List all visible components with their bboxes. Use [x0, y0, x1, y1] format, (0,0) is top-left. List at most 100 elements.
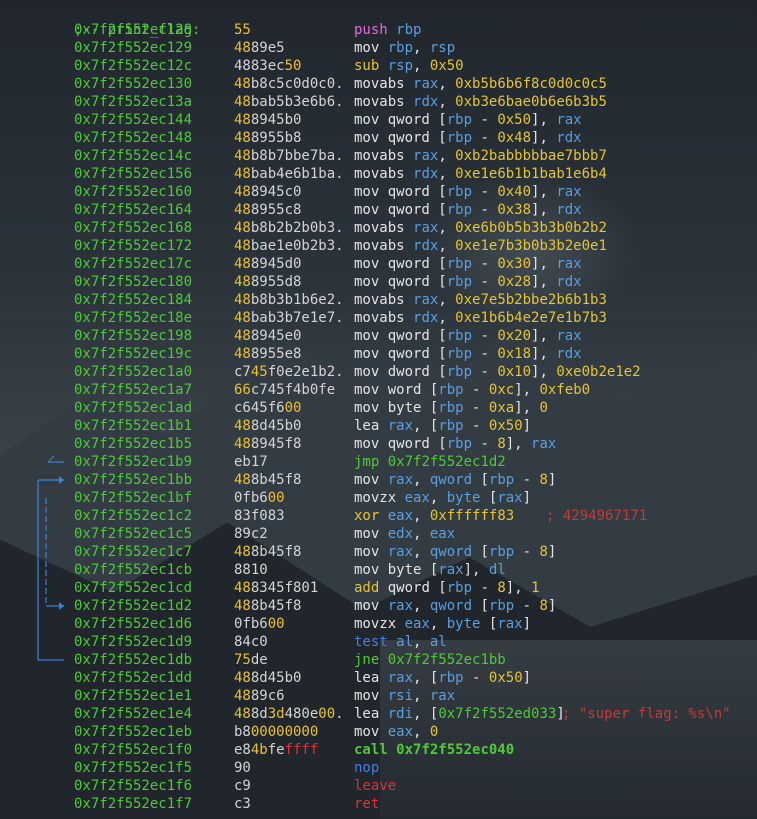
instruction-row[interactable]: 0x7f2f552ec17c 488945d0 mov qword [rbp - 0… — [0, 255, 757, 273]
instruction-address[interactable]: 0x7f2f552ec1d9 — [74, 633, 192, 651]
instruction-token[interactable]: 0x7f2f552ed033 — [438, 706, 556, 722]
instruction-address[interactable]: 0x7f2f552ec1d2 — [74, 597, 192, 615]
instruction-row[interactable]: 0x7f2f552ec1e4 488d3d480e00. lea rdi, [0x7… — [0, 705, 757, 723]
instruction-address[interactable]: 0x7f2f552ec13a — [74, 93, 192, 111]
instruction-address[interactable]: 0x7f2f552ec1bb — [74, 471, 192, 489]
instruction-text[interactable]: sub rsp, 0x50 — [354, 57, 464, 75]
instruction-text[interactable]: movabs rax, 0xb5b6b6f8c0d0c0c5 — [354, 75, 607, 93]
instruction-text[interactable]: mov rax, qword [rbp - 8] — [354, 597, 556, 615]
instruction-address[interactable]: 0x7f2f552ec1bf — [74, 489, 192, 507]
instruction-address[interactable]: 0x7f2f552ec130 — [74, 75, 192, 93]
instruction-row[interactable]: 0x7f2f552ec160 488945c0 mov qword [rbp - 0… — [0, 183, 757, 201]
instruction-token[interactable]: 0x7f2f552ec040 — [396, 742, 514, 758]
instruction-text[interactable]: push rbp — [354, 21, 421, 39]
instruction-address[interactable]: 0x7f2f552ec1a0 — [74, 363, 192, 381]
instruction-row[interactable]: 0x7f2f552ec1b9 eb17 jmp 0x7f2f552ec1d2 — [0, 453, 757, 471]
instruction-row[interactable]: 0x7f2f552ec198 488945e0 mov qword [rbp - 0… — [0, 327, 757, 345]
instruction-row[interactable]: 0x7f2f552ec18e 48bab3b7e1e7. movabs rdx, 0… — [0, 309, 757, 327]
instruction-address[interactable]: 0x7f2f552ec1b1 — [74, 417, 192, 435]
instruction-address[interactable]: 0x7f2f552ec1a7 — [74, 381, 192, 399]
instruction-row[interactable]: 0x7f2f552ec19c 488955e8 mov qword [rbp - 0… — [0, 345, 757, 363]
instruction-address[interactable]: 0x7f2f552ec184 — [74, 291, 192, 309]
instruction-row[interactable]: 0x7f2f552ec1f7 c3 ret — [0, 795, 757, 813]
instruction-text[interactable]: lea rax, [rbp - 0x50] — [354, 669, 531, 687]
instruction-text[interactable]: test al, al — [354, 633, 447, 651]
instruction-row[interactable]: 0x7f2f552ec184 48b8b3b1b6e2. movabs rax, 0… — [0, 291, 757, 309]
instruction-row[interactable]: 0x7f2f552ec1e1 4889c6 mov rsi, rax — [0, 687, 757, 705]
instruction-row[interactable]: 0x7f2f552ec1b5 488945f8 mov qword [rbp - 8… — [0, 435, 757, 453]
instruction-text[interactable]: mov byte [rax], dl — [354, 561, 506, 579]
instruction-text[interactable]: mov word [rbp - 0xc], 0xfeb0 — [354, 381, 590, 399]
instruction-text[interactable]: mov rsi, rax — [354, 687, 455, 705]
instruction-text[interactable]: mov qword [rbp - 0x40], rax — [354, 183, 582, 201]
instruction-row[interactable]: 0x7f2f552ec1c5 89c2 mov edx, eax — [0, 525, 757, 543]
instruction-text[interactable]: mov qword [rbp - 0x20], rax — [354, 327, 582, 345]
instruction-row[interactable]: 0x7f2f552ec130 48b8c5c0d0c0. movabs rax, 0… — [0, 75, 757, 93]
instruction-text[interactable]: nop — [354, 759, 379, 777]
instruction-address[interactable]: 0x7f2f552ec164 — [74, 201, 192, 219]
instruction-text[interactable]: mov qword [rbp - 0x38], rdx — [354, 201, 582, 219]
instruction-text[interactable]: mov eax, 0 — [354, 723, 438, 741]
instruction-text[interactable]: mov rbp, rsp — [354, 39, 455, 57]
instruction-text[interactable]: movabs rax, 0xe7e5b2bbe2b6b1b3 — [354, 291, 607, 309]
instruction-row[interactable]: 0x7f2f552ec1d2 488b45f8 mov rax, qword [rb… — [0, 597, 757, 615]
instruction-text[interactable]: mov qword [rbp - 0x50], rax — [354, 111, 582, 129]
instruction-row[interactable]: 0x7f2f552ec1eb b800000000 mov eax, 0 — [0, 723, 757, 741]
instruction-row[interactable]: 0x7f2f552ec1c2 83f083 xor eax, 0xffffff83;… — [0, 507, 757, 525]
instruction-row[interactable]: 0x7f2f552ec1ad c645f600 mov byte [rbp - 0x… — [0, 399, 757, 417]
instruction-row[interactable]: 0x7f2f552ec144 488945b0 mov qword [rbp - 0… — [0, 111, 757, 129]
instruction-text[interactable]: mov edx, eax — [354, 525, 455, 543]
instruction-text[interactable]: mov rax, qword [rbp - 8] — [354, 471, 556, 489]
instruction-text[interactable]: movabs rdx, 0xe1e7b3b0b3b2e0e1 — [354, 237, 607, 255]
instruction-row[interactable]: 0x7f2f552ec13a 48bab5b3e6b6. movabs rdx, 0… — [0, 93, 757, 111]
instruction-row[interactable]: 0x7f2f552ec14c 48b8b7bbe7ba. movabs rax, 0… — [0, 147, 757, 165]
instruction-row[interactable]: 0x7f2f552ec1b1 488d45b0 lea rax, [rbp - 0x… — [0, 417, 757, 435]
instruction-row[interactable]: 0x7f2f552ec1d6 0fb600 movzx eax, byte [rax… — [0, 615, 757, 633]
instruction-address[interactable]: 0x7f2f552ec172 — [74, 237, 192, 255]
instruction-text[interactable]: ret — [354, 795, 379, 813]
instruction-address[interactable]: 0x7f2f552ec160 — [74, 183, 192, 201]
instruction-row[interactable]: 0x7f2f552ec168 48b8b2b2b0b3. movabs rax, 0… — [0, 219, 757, 237]
instruction-address[interactable]: 0x7f2f552ec1f6 — [74, 777, 192, 795]
instruction-address[interactable]: 0x7f2f552ec198 — [74, 327, 192, 345]
instruction-address[interactable]: 0x7f2f552ec19c — [74, 345, 192, 363]
instruction-address[interactable]: 0x7f2f552ec1b5 — [74, 435, 192, 453]
instruction-address[interactable]: 0x7f2f552ec18e — [74, 309, 192, 327]
instruction-address[interactable]: 0x7f2f552ec180 — [74, 273, 192, 291]
instruction-address[interactable]: 0x7f2f552ec1f5 — [74, 759, 192, 777]
instruction-row[interactable]: 0x7f2f552ec1a7 66c745f4b0fe mov word [rbp … — [0, 381, 757, 399]
instruction-text[interactable]: jmp 0x7f2f552ec1d2 — [354, 453, 506, 471]
instruction-text[interactable]: movabs rdx, 0xe1b6b4e2e7e1b7b3 — [354, 309, 607, 327]
instruction-address[interactable]: 0x7f2f552ec1c2 — [74, 507, 192, 525]
instruction-address[interactable]: 0x7f2f552ec14c — [74, 147, 192, 165]
instruction-text[interactable]: mov qword [rbp - 0x30], rax — [354, 255, 582, 273]
instruction-text[interactable]: mov qword [rbp - 0x28], rdx — [354, 273, 582, 291]
instruction-address[interactable]: 0x7f2f552ec1cd — [74, 579, 192, 597]
instruction-address[interactable]: 0x7f2f552ec148 — [74, 129, 192, 147]
disassembly-view[interactable]: ;-- print_flag: 0x7f2f552ec128 55 push rbp… — [0, 3, 757, 813]
instruction-row[interactable]: 0x7f2f552ec180 488955d8 mov qword [rbp - 0… — [0, 273, 757, 291]
instruction-text[interactable]: movabs rax, 0xe6b0b5b3b3b0b2b2 — [354, 219, 607, 237]
instruction-address[interactable]: 0x7f2f552ec1c7 — [74, 543, 192, 561]
instruction-text[interactable]: jne 0x7f2f552ec1bb — [354, 651, 506, 669]
instruction-row[interactable]: 0x7f2f552ec1a0 c745f0e2e1b2. mov dword [rb… — [0, 363, 757, 381]
instruction-row[interactable]: 0x7f2f552ec148 488955b8 mov qword [rbp - 0… — [0, 129, 757, 147]
instruction-text[interactable]: movabs rax, 0xb2babbbbbae7bbb7 — [354, 147, 607, 165]
instruction-row[interactable]: 0x7f2f552ec12c 4883ec50 sub rsp, 0x50 — [0, 57, 757, 75]
instruction-address[interactable]: 0x7f2f552ec144 — [74, 111, 192, 129]
instruction-row[interactable]: 0x7f2f552ec1f6 c9 leave — [0, 777, 757, 795]
instruction-row[interactable]: 0x7f2f552ec1db 75de jne 0x7f2f552ec1bb — [0, 651, 757, 669]
instruction-text[interactable]: lea rdi, [0x7f2f552ed033] — [354, 705, 565, 723]
instruction-address[interactable]: 0x7f2f552ec1e4 — [74, 705, 192, 723]
instruction-address[interactable]: 0x7f2f552ec1d6 — [74, 615, 192, 633]
instruction-row[interactable]: 0x7f2f552ec128 55 push rbp — [0, 21, 757, 39]
instruction-text[interactable]: movzx eax, byte [rax] — [354, 615, 531, 633]
instruction-text[interactable]: leave — [354, 777, 396, 795]
instruction-address[interactable]: 0x7f2f552ec1c5 — [74, 525, 192, 543]
instruction-row[interactable]: 0x7f2f552ec172 48bae1e0b2b3. movabs rdx, 0… — [0, 237, 757, 255]
instruction-text[interactable]: movabs rdx, 0xe1e6b1b1bab1e6b4 — [354, 165, 607, 183]
instruction-row[interactable]: 0x7f2f552ec156 48bab4e6b1ba. movabs rdx, 0… — [0, 165, 757, 183]
instruction-address[interactable]: 0x7f2f552ec1dd — [74, 669, 192, 687]
instruction-address[interactable]: 0x7f2f552ec12c — [74, 57, 192, 75]
instruction-text[interactable]: mov qword [rbp - 0x48], rdx — [354, 129, 582, 147]
